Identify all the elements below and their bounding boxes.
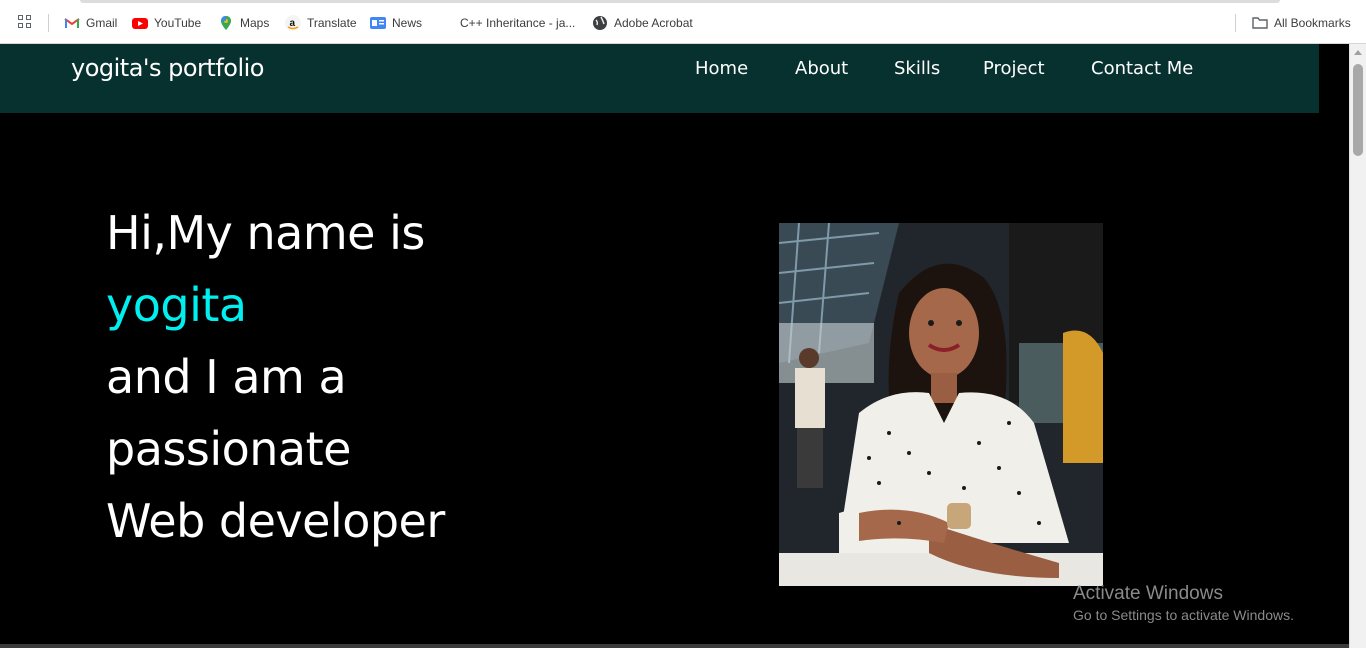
amazon-icon: a: [285, 15, 301, 31]
youtube-icon: [132, 15, 148, 31]
bookmark-label: News: [392, 16, 423, 30]
bookmark-gmail[interactable]: Gmail: [64, 14, 117, 32]
bookmark-cpp-inheritance[interactable]: C++ Inheritance - ja...: [460, 14, 575, 32]
vertical-scrollbar[interactable]: [1349, 44, 1366, 648]
bookmark-label: YouTube: [154, 16, 202, 30]
nav-link-about[interactable]: About: [795, 58, 848, 79]
bookmarks-bar: Gmail YouTube Maps a Translate News C++ …: [0, 0, 1366, 44]
bookmark-translate[interactable]: a Translate: [285, 14, 357, 32]
brand-logo[interactable]: yogita's portfolio: [71, 54, 264, 82]
nav-link-contact[interactable]: Contact Me: [1091, 58, 1193, 79]
nav-link-project[interactable]: Project: [983, 58, 1045, 79]
hero-line-intro: and I am a: [106, 350, 347, 404]
divider: [1235, 14, 1236, 32]
bookmark-label: C++ Inheritance - ja...: [460, 16, 576, 30]
watermark-title: Activate Windows: [1073, 583, 1223, 604]
nav-link-home[interactable]: Home: [695, 58, 748, 79]
folder-icon: [1252, 15, 1268, 31]
news-icon: [370, 15, 386, 31]
hero-line-role: Web developer: [106, 494, 445, 548]
site-navbar: yogita's portfolio Home About Skills Pro…: [0, 44, 1319, 113]
scroll-up-arrow-icon[interactable]: [1354, 50, 1362, 55]
all-bookmarks-label: All Bookmarks: [1274, 16, 1351, 30]
bookmark-label: Gmail: [86, 16, 118, 30]
bookmark-label: Adobe Acrobat: [614, 16, 693, 30]
nav-link-skills[interactable]: Skills: [894, 58, 940, 79]
horizontal-scrollbar[interactable]: [0, 644, 1349, 648]
gmail-icon: [64, 15, 80, 31]
hero-section: Hi,My name is yogita and I am a passiona…: [0, 113, 1349, 648]
hero-line-greeting: Hi,My name is: [106, 206, 425, 260]
bookmark-label: Translate: [307, 16, 357, 30]
hero-line-passionate: passionate: [106, 422, 351, 476]
bookmark-maps[interactable]: Maps: [218, 14, 269, 32]
maps-icon: [218, 15, 234, 31]
divider: [48, 14, 49, 32]
bookmark-news[interactable]: News: [370, 14, 422, 32]
hero-name: yogita: [106, 278, 247, 332]
apps-grid-icon[interactable]: [18, 15, 34, 31]
profile-photo: [779, 223, 1103, 586]
hero-heading: Hi,My name is yogita and I am a passiona…: [106, 197, 445, 557]
activate-windows-watermark: Activate Windows Go to Settings to activ…: [1073, 583, 1294, 623]
bookmark-youtube[interactable]: YouTube: [132, 14, 201, 32]
globe-icon: [592, 15, 608, 31]
bookmark-adobe-acrobat[interactable]: Adobe Acrobat: [592, 14, 693, 32]
watermark-subtitle: Go to Settings to activate Windows.: [1073, 607, 1294, 623]
bookmark-label: Maps: [240, 16, 270, 30]
scroll-thumb[interactable]: [1353, 64, 1363, 156]
all-bookmarks-button[interactable]: All Bookmarks: [1252, 14, 1351, 32]
